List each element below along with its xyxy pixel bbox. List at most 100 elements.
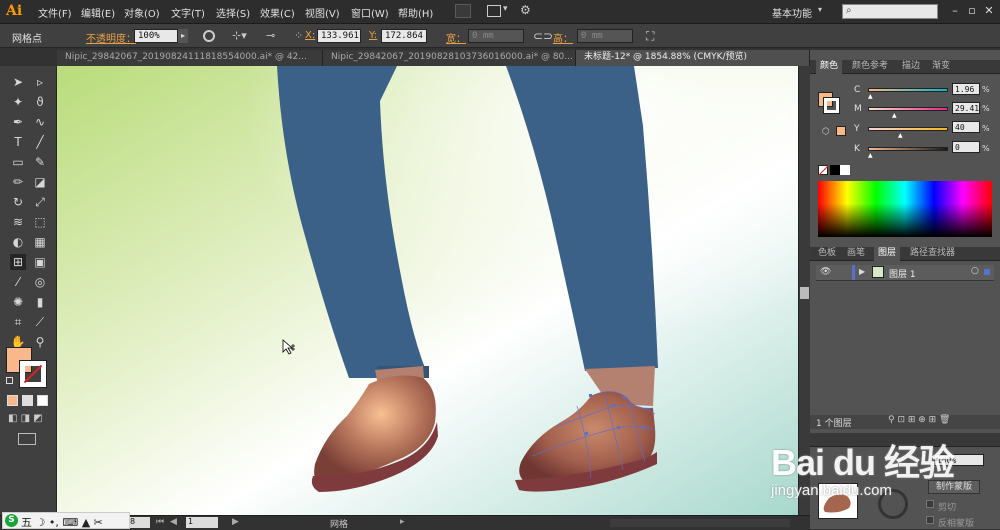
tab-swatches[interactable]: 色板 — [814, 247, 840, 261]
color-mode-icon[interactable] — [7, 395, 18, 406]
transform-icon[interactable]: ⛶ — [646, 29, 654, 44]
black-slider-thumb[interactable]: ▲ — [868, 152, 873, 159]
height-label[interactable]: 高： — [553, 30, 573, 45]
rectangle-tool-icon[interactable]: ▭ — [10, 154, 26, 170]
cyan-slider-thumb[interactable]: ▲ — [868, 93, 873, 100]
gradient-mode-icon[interactable] — [22, 395, 33, 406]
magenta-slider-thumb[interactable]: ▲ — [892, 112, 897, 119]
first-page-icon[interactable]: ⏮ — [156, 517, 164, 527]
y-input[interactable]: 172.864 — [381, 29, 427, 43]
menu-window[interactable]: 窗口(W) — [351, 5, 389, 20]
tab-document-1[interactable]: Nipic_29842067_20190824111818554000.ai* … — [57, 50, 323, 66]
recolor-icon[interactable] — [203, 30, 215, 42]
arrange-documents-icon[interactable] — [487, 5, 501, 17]
artboard-number-field[interactable]: 1 — [186, 517, 218, 528]
horizontal-scrollbar[interactable] — [610, 519, 790, 527]
x-label[interactable]: X: — [305, 30, 315, 41]
eraser-tool-icon[interactable]: ◪ — [32, 174, 48, 190]
visibility-eye-icon[interactable]: 👁 — [820, 267, 831, 277]
tab-gradient[interactable]: 渐变 — [928, 60, 954, 74]
yellow-value[interactable]: 40 — [952, 121, 980, 133]
stroke-swatch[interactable] — [19, 360, 47, 388]
drawing-modes-icon[interactable]: ◧ ◨ ◩ — [8, 413, 48, 425]
free-transform-tool-icon[interactable]: ⬚ — [32, 214, 48, 230]
maximize-button[interactable]: ▫ — [965, 4, 979, 18]
direct-selection-tool-icon[interactable]: ▹ — [32, 74, 48, 90]
previous-page-icon[interactable]: ◀ — [170, 517, 177, 527]
layer-name[interactable]: 图层 1 — [889, 267, 916, 280]
panel-stroke-swatch[interactable] — [823, 97, 840, 114]
tab-brushes[interactable]: 画笔 — [843, 247, 869, 261]
menu-type[interactable]: 文字(T) — [171, 5, 205, 20]
tab-pathfinder[interactable]: 路径查找器 — [906, 247, 959, 261]
column-graph-tool-icon[interactable]: ▮ — [32, 294, 48, 310]
menu-view[interactable]: 视图(V) — [305, 5, 340, 20]
pen-tool-icon[interactable]: ✒ — [10, 114, 26, 130]
layer-row[interactable]: 👁 ▶ 图层 1 ○ — [816, 265, 994, 281]
paintbrush-tool-icon[interactable]: ✎ — [32, 154, 48, 170]
magenta-slider[interactable] — [868, 107, 948, 111]
grid-options-icon[interactable]: ⊹▾ — [232, 29, 247, 42]
menu-effect[interactable]: 效果(C) — [260, 5, 295, 20]
ime-logo-icon[interactable]: S — [5, 514, 18, 527]
tab-document-2[interactable]: Nipic_29842067_20190828103736016000.ai* … — [323, 50, 576, 66]
shape-builder-tool-icon[interactable]: ◐ — [10, 234, 26, 250]
opacity-input[interactable]: 100% — [134, 29, 178, 43]
yellow-slider[interactable] — [868, 127, 948, 131]
ime-mode-icon[interactable]: 五 ☽ •, ⌨ ▲ ✂ — [21, 514, 103, 530]
type-tool-icon[interactable]: T — [10, 134, 26, 150]
blend-tool-icon[interactable]: ◎ — [32, 274, 48, 290]
none-swatch[interactable] — [818, 165, 829, 176]
opacity-dropdown-icon[interactable]: ▸ — [178, 29, 188, 43]
curvature-tool-icon[interactable]: ∿ — [32, 114, 48, 130]
yellow-slider-thumb[interactable]: ▲ — [898, 132, 903, 139]
x-input[interactable]: 133.961 — [317, 29, 361, 43]
workspace-chevron-icon[interactable]: ▾ — [818, 5, 822, 14]
bridge-button[interactable] — [455, 4, 471, 18]
lasso-tool-icon[interactable]: ϑ — [32, 94, 48, 110]
width-input[interactable]: 0 mm — [468, 29, 524, 43]
scale-tool-icon[interactable]: ⤢ — [32, 194, 48, 210]
tab-stroke[interactable]: 描边 — [898, 60, 924, 74]
screen-mode-icon[interactable] — [18, 433, 36, 445]
slice-tool-icon[interactable]: ⟋ — [32, 314, 48, 330]
tab-document-3[interactable]: 未标题-12* @ 1854.88% (CMYK/预览) — [576, 50, 810, 66]
rotate-tool-icon[interactable]: ↻ — [10, 194, 26, 210]
artboard-canvas[interactable] — [57, 66, 798, 515]
link-icon[interactable]: ⊂⊃ — [533, 29, 553, 43]
pencil-tool-icon[interactable]: ✏ — [10, 174, 26, 190]
tab-color[interactable]: 颜色 — [816, 60, 843, 74]
next-page-icon[interactable]: ▶ — [232, 517, 239, 527]
expand-triangle-icon[interactable]: ▶ — [859, 267, 865, 276]
help-search-input[interactable]: ⌕ — [842, 4, 938, 19]
width-label[interactable]: 宽： — [446, 30, 466, 45]
cyan-value[interactable]: 1.96 — [952, 83, 980, 95]
out-of-gamut-icon[interactable]: ⬡ — [822, 127, 830, 137]
magic-wand-tool-icon[interactable]: ✦ — [10, 94, 26, 110]
black-swatch[interactable] — [830, 165, 840, 175]
workspace-switcher[interactable]: 基本功能 — [772, 5, 812, 20]
tab-layers[interactable]: 图层 — [874, 247, 901, 261]
menu-help[interactable]: 帮助(H) — [398, 5, 433, 20]
default-colors-icon[interactable] — [6, 377, 13, 384]
y-label[interactable]: Y: — [369, 30, 377, 41]
close-button[interactable]: ✕ — [982, 4, 996, 18]
color-spectrum[interactable] — [818, 181, 992, 237]
chevron-down-icon[interactable]: ▾ — [503, 4, 508, 14]
zoom-tool-icon[interactable]: ⚲ — [32, 334, 48, 350]
none-mode-icon[interactable] — [37, 395, 48, 406]
black-slider[interactable] — [868, 147, 948, 151]
opacity-label[interactable]: 不透明度： — [86, 30, 136, 45]
line-tool-icon[interactable]: ╱ — [32, 134, 48, 150]
menu-file[interactable]: 文件(F) — [38, 5, 72, 20]
target-icon[interactable]: ○ — [971, 266, 979, 276]
warp-tool-icon[interactable]: ≋ — [10, 214, 26, 230]
gpu-performance-icon[interactable]: ⚙ — [520, 3, 531, 17]
gradient-tool-icon[interactable]: ▣ — [32, 254, 48, 270]
white-swatch[interactable] — [840, 165, 850, 175]
symbol-sprayer-tool-icon[interactable]: ✺ — [10, 294, 26, 310]
menu-object[interactable]: 对象(O) — [124, 5, 160, 20]
height-input[interactable]: 0 mm — [577, 29, 633, 43]
menu-select[interactable]: 选择(S) — [216, 5, 250, 20]
tab-color-guide[interactable]: 颜色参考 — [848, 60, 892, 74]
